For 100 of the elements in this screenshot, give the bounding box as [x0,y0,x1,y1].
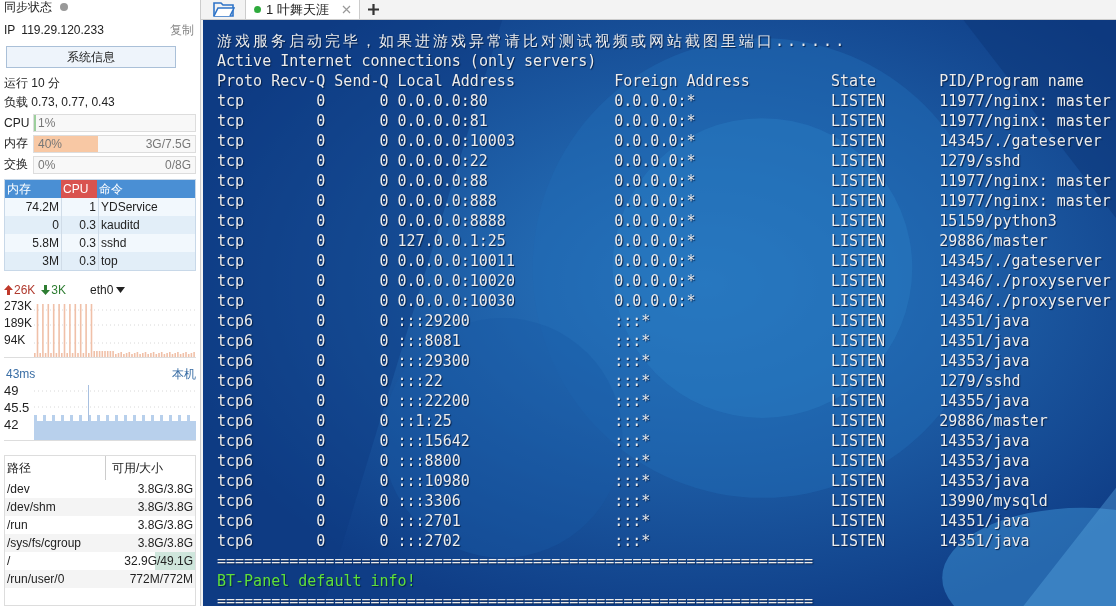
terminal-cell: 0 [379,451,389,471]
column-header[interactable]: 内存 [5,180,61,198]
terminal-cell: LISTEN [830,411,886,431]
terminal-cell: 0.0.0.0:8888 [397,211,506,231]
terminal-cell: 0 [379,531,389,551]
axis-label: 45.5 [4,399,31,416]
terminal-cell: 14353/java [939,431,1030,451]
table-cell-text: /dev [6,481,31,498]
terminal-cell: 29886/master [939,231,1048,251]
terminal-cell: tcp [217,251,245,271]
terminal-cell: 11977/nginx: master [939,171,1111,191]
terminal-cell: 0 [316,371,326,391]
terminal-cell: 0.0.0.0:888 [397,191,497,211]
terminal-cell: 0.0.0.0:88 [397,171,488,191]
terminal-cell: :::* [614,431,651,451]
terminal-line: BT-Panel default info! [217,571,417,591]
terminal-cell: 0 [379,171,389,191]
terminal-cell: tcp6 [217,471,254,491]
terminal-cell: 11977/nginx: master [939,191,1111,211]
terminal-cell: 0.0.0.0:* [614,231,696,251]
terminal-cell: 29886/master [939,411,1048,431]
terminal-cell: 0 [316,311,326,331]
terminal-cell: LISTEN [830,331,886,351]
terminal-cell: tcp6 [217,531,254,551]
terminal-cell: 14346/./proxyserver [939,271,1111,291]
terminal-cell: 11977/nginx: master [939,91,1111,111]
terminal-cell: 0.0.0.0:10020 [397,271,515,291]
terminal-cell: 0 [316,431,326,451]
terminal-cell: tcp6 [217,411,254,431]
terminal-cell: tcp [217,231,245,251]
terminal-cell: :::2701 [397,511,461,531]
table-cell: 3M [5,252,62,270]
terminal-cell: LISTEN [830,311,886,331]
terminal-cell: tcp6 [217,491,254,511]
terminal-cell: :::* [614,491,651,511]
terminal-cell: LISTEN [830,231,886,251]
terminal-cell: tcp6 [217,451,254,471]
terminal-cell: 0.0.0.0:10011 [397,251,515,271]
terminal-cell: LISTEN [830,291,886,311]
terminal-cell: LISTEN [830,471,886,491]
meter-label: 内存 [4,135,29,152]
meter-total: 0/8G [165,157,192,172]
ip-label: IP [4,23,16,37]
terminal-cell: :::8081 [397,331,461,351]
terminal-cell: LISTEN [830,371,886,391]
terminal-line: 游戏服务启动完毕，如果进游戏异常请比对测试视频或网站截图里端口...... [217,31,849,51]
terminal-cell: 14355/java [939,391,1030,411]
terminal-cell: :::22 [397,371,443,391]
terminal-cell: tcp6 [217,351,254,371]
terminal-cell: tcp6 [217,311,254,331]
column-header[interactable]: CPU [61,180,97,198]
meter-total: 3G/7.5G [145,136,192,151]
terminal-cell: 1279/sshd [939,151,1021,171]
terminal-cell: 0.0.0.0:* [614,91,696,111]
terminal-cell: :::* [614,391,651,411]
table-cell-text: /sys/fs/cgroup [6,535,83,552]
terminal-cell: LISTEN [830,351,886,371]
system-info-button[interactable]: 系统信息 [6,46,176,68]
table-cell: 772M/772M [129,572,193,586]
table-cell-text: 0.3 [78,217,97,234]
copy-link[interactable]: 复制 [170,21,194,39]
terminal-cell: 14353/java [939,351,1030,371]
table-cell-text: 0.3 [78,253,97,270]
terminal-cell: :::* [614,451,651,471]
terminal-cell: 0 [379,491,389,511]
caret-icon [116,287,126,293]
terminal-cell: 0 [316,531,326,551]
session-tab[interactable]: 1 叶舞天涯 [245,0,360,19]
table-cell-text: 1 [88,199,97,216]
terminal-cell: 14345/./gateserver [939,131,1102,151]
terminal-cell: 0 [316,171,326,191]
terminal-cell: 127.0.0.1:25 [397,231,506,251]
upload-arrow-icon [4,285,13,295]
terminal-line: Active Internet connections (only servers) [217,51,598,71]
terminal-cell: tcp [217,171,245,191]
terminal-cell: tcp6 [217,371,254,391]
terminal-cell: 14353/java [939,471,1030,491]
terminal-cell: 0 [379,231,389,251]
terminal-cell: 0.0.0.0:81 [397,111,488,131]
terminal-cell: :::8800 [397,451,461,471]
column-header: Send-Q [334,71,389,91]
interface-dropdown[interactable]: eth0 [90,283,126,297]
meter-reading: 0% [37,157,56,172]
terminal-cell: 14351/java [939,531,1030,551]
sync-status-label: 同步状态 [4,0,52,16]
axis-label: 273K [4,299,34,313]
table-cell-text: /run/user/0 [6,571,66,588]
plus-icon [367,4,379,15]
terminal-cell: 0.0.0.0:* [614,111,696,131]
ping-target: 本机 [172,365,196,383]
terminal-cell: 0 [379,471,389,491]
terminal-cell: LISTEN [830,131,886,151]
terminal-cell: tcp [217,211,245,231]
terminal-cell: 0 [379,211,389,231]
column-header[interactable]: 命令 [97,180,195,198]
terminal-cell: :::* [614,351,651,371]
terminal-cell: tcp6 [217,511,254,531]
terminal-cell: 0 [316,451,326,471]
column-header: PID/Program name [939,71,1084,91]
terminal-cell: 0 [316,91,326,111]
